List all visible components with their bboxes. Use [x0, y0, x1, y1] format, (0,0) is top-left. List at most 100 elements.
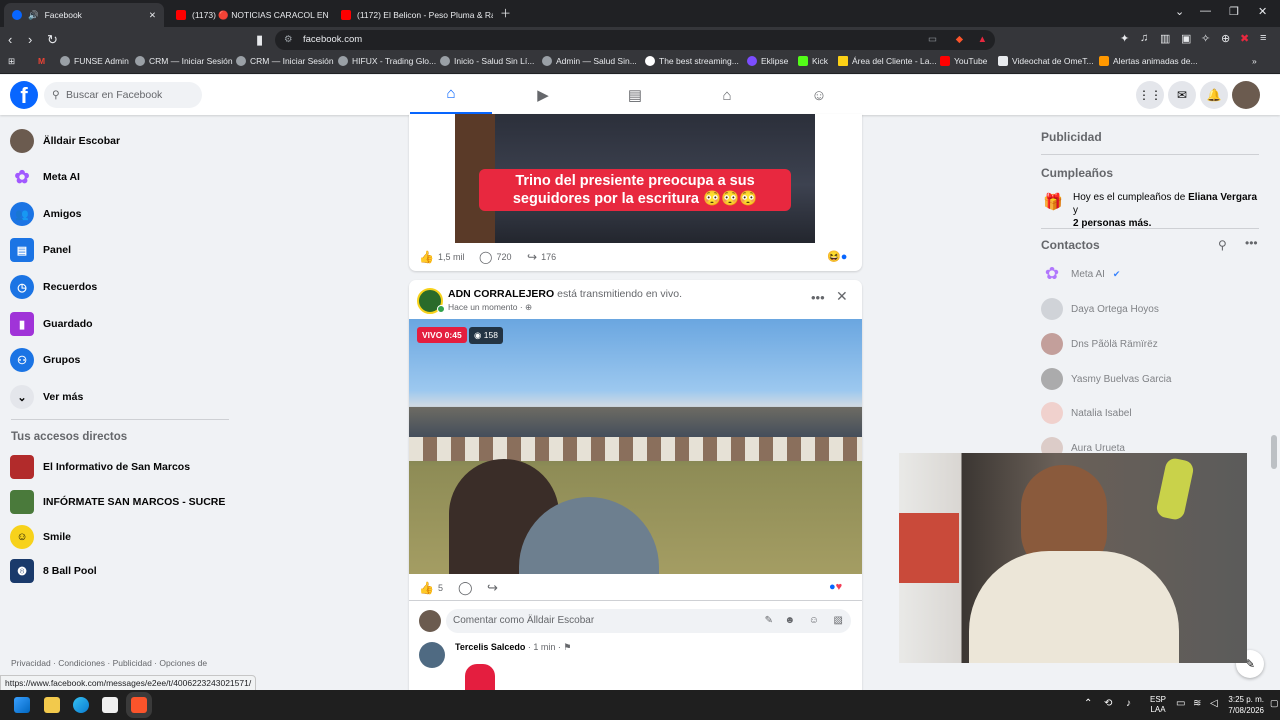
forward-icon[interactable]: › [28, 32, 32, 47]
menu-icon[interactable]: ≡ [1260, 32, 1266, 44]
wifi-icon[interactable]: ≋ [1193, 698, 1201, 709]
contact-item[interactable]: Daya Ortega Hoyos [1041, 298, 1159, 320]
bookmark-item[interactable]: Admin — Salud Sin... [542, 56, 637, 66]
comment-input[interactable]: Comentar como Älldair Escobar ✎ ☻ ☺ ▧ [446, 609, 851, 633]
vpn-icon[interactable]: ⊕ [1221, 32, 1230, 45]
cast-icon[interactable]: ▭ [928, 30, 937, 50]
tray-chevron-icon[interactable]: ⌃ [1084, 698, 1092, 709]
store-icon[interactable] [102, 697, 118, 713]
bookmark-item[interactable]: YouTube [940, 56, 987, 66]
sync-icon[interactable]: ⟲ [1104, 698, 1112, 709]
like-count[interactable]: 👍 5 [419, 581, 443, 595]
maximize-icon[interactable]: ❐ [1229, 5, 1239, 18]
notification-center-icon[interactable]: ▢ [1270, 698, 1279, 709]
leo-icon[interactable]: ✧ [1201, 32, 1210, 45]
shortcut-informate[interactable]: INFÓRMATE SAN MARCOS - SUCRE [10, 490, 225, 514]
sidebar-item-guardado[interactable]: ▮ Guardado [10, 312, 93, 336]
sidebar-item-recuerdos[interactable]: ◷ Recuerdos [10, 275, 97, 299]
post-author[interactable]: ADN CORRALEJERO [448, 288, 554, 300]
mic-icon[interactable]: ♪ [1126, 698, 1131, 709]
reaction-summary[interactable]: 😆● [827, 250, 847, 263]
emoji-icon[interactable]: ☺ [809, 609, 819, 633]
brave-shields-icon[interactable]: ◆ [956, 30, 963, 50]
sidebar-item-profile[interactable]: Älldair Escobar [10, 129, 120, 153]
brave-icon[interactable] [131, 697, 147, 713]
search-input[interactable]: ⚲ Buscar en Facebook [44, 82, 202, 108]
contact-item[interactable]: Yasmy Buelvas Garcia [1041, 368, 1171, 390]
nav-marketplace[interactable]: ⌂ [686, 75, 768, 115]
sticker-icon[interactable]: ☻ [784, 609, 795, 633]
sidebar-item-grupos[interactable]: ⚇ Grupos [10, 348, 80, 372]
minimize-icon[interactable]: — [1200, 5, 1211, 17]
clock[interactable]: 3:25 p. m. 7/08/2026 [1212, 694, 1264, 716]
notifications-button[interactable]: 🔔 [1200, 81, 1228, 109]
language-indicator[interactable]: ESP LAA [1150, 695, 1166, 715]
commenter-avatar[interactable] [419, 642, 445, 668]
close-tab-icon[interactable]: ✕ [149, 10, 156, 21]
tab-facebook[interactable]: 🔊 Facebook ✕ [4, 3, 164, 27]
bookmark-item[interactable]: FUNSE Admin [60, 56, 129, 66]
bookmark-item[interactable]: Alertas animadas de... [1099, 56, 1198, 66]
wallet-icon[interactable]: ▣ [1181, 32, 1191, 45]
media-icon[interactable]: ♫ [1140, 32, 1148, 44]
sidebar-icon[interactable]: ▥ [1160, 32, 1170, 45]
shortcut-informativo[interactable]: El Informativo de San Marcos [10, 455, 190, 479]
live-video[interactable]: VIVO 0:45 ◉ 158 [409, 319, 862, 574]
site-info-icon[interactable]: ⚙ [284, 30, 293, 50]
file-explorer-icon[interactable] [44, 697, 60, 713]
bookmark-item[interactable]: Kick [798, 56, 828, 66]
share-button-icon[interactable]: ↪ [487, 580, 498, 596]
footer-links[interactable]: Privacidad · Condiciones · Publicidad · … [11, 658, 207, 668]
shortcut-smile[interactable]: ☺ Smile [10, 525, 71, 549]
like-count[interactable]: 👍 1,5 mil [419, 250, 464, 264]
avatar-sticker-icon[interactable]: ✎ [765, 609, 773, 633]
contact-item[interactable]: ✿ Meta AI ✔ [1041, 263, 1121, 285]
reaction-summary[interactable]: ●♥ [829, 581, 842, 593]
menu-button[interactable]: ⋮⋮ [1136, 81, 1164, 109]
search-contacts-icon[interactable]: ⚲ [1218, 238, 1227, 252]
sidebar-item-amigos[interactable]: 👥 Amigos [10, 202, 82, 226]
address-bar[interactable]: ⚙ facebook.com ▭ ◆ ▲ [275, 30, 995, 50]
nav-groups[interactable]: ☺ [778, 75, 860, 115]
sidebar-item-panel[interactable]: ▤ Panel [10, 238, 71, 262]
windows-start-icon[interactable] [14, 697, 30, 713]
bookmark-item[interactable]: Eklipse [747, 56, 788, 66]
nav-feeds[interactable]: ▤ [594, 75, 676, 115]
gmail-icon[interactable]: M [38, 56, 45, 66]
contacts-options-icon[interactable]: ••• [1245, 236, 1258, 250]
bookmark-item[interactable]: Videochat de OmeT... [998, 56, 1094, 66]
tab-noticias-caracol[interactable]: (1173) 🔴 NOTICIAS CARACOL EN VI [168, 3, 328, 27]
share-count[interactable]: ↪ 176 [527, 250, 556, 264]
bookmark-item[interactable]: The best streaming... [645, 56, 739, 66]
nav-home[interactable]: ⌂ [410, 75, 492, 115]
reload-icon[interactable]: ↻ [47, 32, 58, 48]
messenger-button[interactable]: ✉ [1168, 81, 1196, 109]
bookmark-item[interactable]: CRM — Iniciar Sesión [236, 56, 334, 66]
contact-item[interactable]: Natalia Isabel [1041, 402, 1132, 424]
close-icon[interactable]: ✕ [836, 288, 848, 305]
bookmark-item[interactable]: CRM — Iniciar Sesión [135, 56, 233, 66]
post-time[interactable]: Hace un momento · [448, 302, 523, 312]
nav-video[interactable]: ▶ [502, 75, 584, 115]
tab-el-belicon[interactable]: (1172) El Belicon - Peso Pluma & Rau [333, 3, 493, 27]
display-icon[interactable]: ▭ [1176, 698, 1185, 709]
shortcut-8-ball-pool[interactable]: ❽ 8 Ball Pool [10, 559, 97, 583]
back-icon[interactable]: ‹ [8, 32, 12, 47]
close-window-icon[interactable]: ✕ [1258, 5, 1267, 18]
more-bookmarks-icon[interactable]: » [1252, 56, 1257, 66]
commenter-name[interactable]: Tercelis Salcedo [455, 642, 525, 652]
sidebar-item-ver-mas[interactable]: ⌄ Ver más [10, 385, 83, 409]
profile-icon[interactable]: ✖ [1240, 32, 1249, 45]
brave-rewards-icon[interactable]: ▲ [978, 30, 987, 50]
account-avatar[interactable] [1232, 81, 1260, 109]
bookmark-icon[interactable]: ▮ [256, 32, 263, 48]
avatar[interactable] [419, 610, 441, 632]
scrollbar-thumb[interactable] [1271, 435, 1277, 469]
sidebar-item-meta-ai[interactable]: ✿ Meta AI [10, 165, 80, 189]
birthday-name[interactable]: Eliana Vergara [1188, 192, 1257, 203]
post-video-thumbnail[interactable]: Trino del presiente preocupa a sus segui… [455, 114, 815, 243]
more-options-icon[interactable]: ••• [811, 290, 825, 305]
bookmark-item[interactable]: Área del Cliente - La... [838, 56, 937, 66]
comment-count[interactable]: ◯ 720 [479, 250, 511, 264]
comment-button-icon[interactable]: ◯ [458, 580, 473, 596]
